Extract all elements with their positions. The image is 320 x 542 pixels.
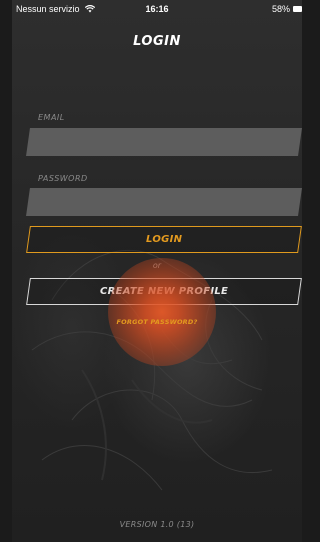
battery-icon <box>293 6 302 12</box>
battery-percentage: 58% <box>271 4 290 14</box>
email-field-container[interactable] <box>26 128 302 156</box>
login-button[interactable]: LOGIN <box>26 226 302 253</box>
create-profile-button[interactable]: CREATE NEW PROFILE <box>26 278 302 305</box>
password-field[interactable] <box>26 188 302 216</box>
background-sketch-illustration <box>31 249 273 491</box>
or-separator: or <box>152 261 162 270</box>
status-bar: Nessun servizio 16:16 58% <box>12 0 302 20</box>
login-screen: Nessun servizio 16:16 58% LOGIN EMAIL PA… <box>12 0 302 542</box>
version-label: VERSION 1.0 (13) <box>119 520 195 529</box>
password-label: PASSWORD <box>38 174 88 183</box>
email-label: EMAIL <box>38 113 65 122</box>
password-field-container[interactable] <box>26 188 302 216</box>
page-title: LOGIN <box>133 34 181 49</box>
clock: 16:16 <box>145 4 169 14</box>
email-field[interactable] <box>26 128 302 156</box>
login-button-label: LOGIN <box>145 234 183 245</box>
create-profile-button-label: CREATE NEW PROFILE <box>99 286 229 297</box>
forgot-password-link[interactable]: FORGOT PASSWORD? <box>12 318 302 326</box>
